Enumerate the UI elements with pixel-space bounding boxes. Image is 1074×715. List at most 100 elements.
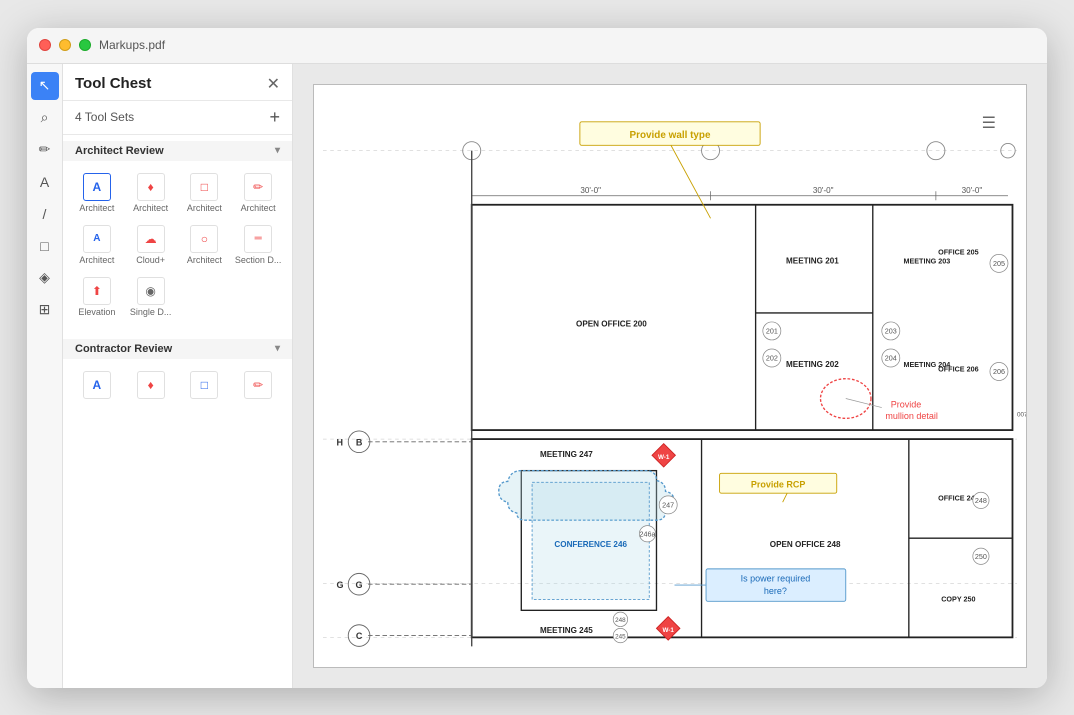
svg-text:202: 202 xyxy=(766,353,778,362)
contractor-tool-1[interactable]: A xyxy=(71,365,123,405)
pencil-tool[interactable]: ✏ xyxy=(31,136,59,164)
svg-text:G: G xyxy=(337,579,344,589)
svg-text:MEETING 245: MEETING 245 xyxy=(540,625,593,634)
panel-title: Tool Chest xyxy=(75,75,151,92)
tool-item-1[interactable]: A Architect xyxy=(71,167,123,217)
floor-plan-svg: .room-label { font: bold 9px sans-serif;… xyxy=(314,85,1026,667)
blueprint-area: ☰ .room-label { font: bold 9px sans-seri… xyxy=(293,64,1047,688)
svg-text:COPY 250: COPY 250 xyxy=(941,594,975,603)
contractor-tools-grid: A ♦ □ ✏ xyxy=(63,359,292,411)
panel-header: Tool Chest ✕ xyxy=(63,64,292,101)
svg-text:OFFICE 206: OFFICE 206 xyxy=(938,364,978,373)
svg-text:CONFERENCE 246: CONFERENCE 246 xyxy=(554,540,627,549)
tool-item-7[interactable]: ○ Architect xyxy=(179,219,231,269)
contractor-symbol-2: ♦ xyxy=(137,371,165,399)
tool-item-8[interactable]: ═ Section D... xyxy=(232,219,284,269)
architect-review-section: Architect Review ▾ A Architect ♦ Archite… xyxy=(63,135,292,333)
svg-text:mullion detail: mullion detail xyxy=(885,411,938,421)
svg-text:248: 248 xyxy=(615,617,626,624)
stamp-tool[interactable]: ◈ xyxy=(31,264,59,292)
maximize-button[interactable] xyxy=(79,39,91,51)
svg-text:B: B xyxy=(356,437,363,447)
tool-symbol-8: ═ xyxy=(244,225,272,253)
cursor-tool[interactable]: ↖ xyxy=(31,72,59,100)
contractor-review-label: Contractor Review xyxy=(75,343,172,355)
tool-item-2[interactable]: ♦ Architect xyxy=(125,167,177,217)
svg-text:OFFICE 205: OFFICE 205 xyxy=(938,247,978,256)
tool-label-9: Elevation xyxy=(78,307,115,317)
svg-text:246a: 246a xyxy=(639,529,655,538)
svg-text:W-1: W-1 xyxy=(658,453,670,460)
svg-text:204: 204 xyxy=(885,353,897,362)
svg-text:G: G xyxy=(356,579,363,589)
tool-symbol-2: ♦ xyxy=(137,173,165,201)
minimize-button[interactable] xyxy=(59,39,71,51)
contractor-tool-4[interactable]: ✏ xyxy=(232,365,284,405)
svg-text:Provide: Provide xyxy=(891,399,922,409)
architect-tools-grid: A Architect ♦ Architect □ Architect ✏ xyxy=(63,161,292,327)
svg-text:247: 247 xyxy=(662,500,674,509)
tool-item-4[interactable]: ✏ Architect xyxy=(232,167,284,217)
svg-text:here?: here? xyxy=(764,586,787,596)
add-tool-set-button[interactable]: + xyxy=(269,107,280,128)
svg-text:30'-0": 30'-0" xyxy=(580,186,601,195)
app-window: Markups.pdf ↖ ⌕ ✏ A / □ ◈ ⊞ Tool Chest ✕… xyxy=(27,28,1047,688)
tool-label-2: Architect xyxy=(133,203,168,213)
svg-text:30'-0": 30'-0" xyxy=(813,186,834,195)
contractor-tool-2[interactable]: ♦ xyxy=(125,365,177,405)
svg-text:MEETING 201: MEETING 201 xyxy=(786,256,839,265)
svg-text:245: 245 xyxy=(615,633,626,640)
svg-text:205: 205 xyxy=(993,259,1005,268)
panel-close-button[interactable]: ✕ xyxy=(267,74,280,94)
tool-item-10[interactable]: ◉ Single D... xyxy=(125,271,177,321)
tool-label-8: Section D... xyxy=(235,255,282,265)
svg-text:C: C xyxy=(356,631,363,641)
panel-subheader: 4 Tool Sets + xyxy=(63,101,292,135)
provide-wall-type-text: Provide wall type xyxy=(630,130,711,141)
tool-label-3: Architect xyxy=(187,203,222,213)
contractor-symbol-4: ✏ xyxy=(244,371,272,399)
svg-text:H: H xyxy=(337,437,344,447)
filename-label: Markups.pdf xyxy=(99,38,165,52)
svg-text:248: 248 xyxy=(975,496,987,505)
svg-text:30'-0": 30'-0" xyxy=(962,186,983,195)
section-chevron: ▾ xyxy=(275,145,280,156)
tool-label-1: Architect xyxy=(79,203,114,213)
svg-text:OPEN OFFICE 248: OPEN OFFICE 248 xyxy=(770,540,841,549)
tool-sets-count: 4 Tool Sets xyxy=(75,110,134,124)
main-content: ↖ ⌕ ✏ A / □ ◈ ⊞ Tool Chest ✕ 4 Tool Sets… xyxy=(27,64,1047,688)
line-tool[interactable]: / xyxy=(31,200,59,228)
text-tool[interactable]: A xyxy=(31,168,59,196)
architect-review-label: Architect Review xyxy=(75,145,164,157)
svg-text:W-1: W-1 xyxy=(662,626,674,633)
contractor-tool-3[interactable]: □ xyxy=(179,365,231,405)
blueprint-menu-icon[interactable]: ☰ xyxy=(982,113,996,133)
image-tool[interactable]: ⊞ xyxy=(31,296,59,324)
svg-text:206: 206 xyxy=(993,367,1005,376)
tool-symbol-4: ✏ xyxy=(244,173,272,201)
close-button[interactable] xyxy=(39,39,51,51)
svg-text:250: 250 xyxy=(975,551,987,560)
tool-item-3[interactable]: □ Architect xyxy=(179,167,231,217)
search-tool[interactable]: ⌕ xyxy=(31,104,59,132)
blueprint-canvas: ☰ .room-label { font: bold 9px sans-seri… xyxy=(313,84,1027,668)
tool-symbol-6: ☁ xyxy=(137,225,165,253)
tool-label-4: Architect xyxy=(241,203,276,213)
tool-item-9[interactable]: ⬆ Elevation xyxy=(71,271,123,321)
left-toolbar: ↖ ⌕ ✏ A / □ ◈ ⊞ xyxy=(27,64,63,688)
tool-item-6[interactable]: ☁ Cloud+ xyxy=(125,219,177,269)
architect-review-header[interactable]: Architect Review ▾ xyxy=(63,141,292,161)
tool-item-5[interactable]: A Architect xyxy=(71,219,123,269)
contractor-review-header[interactable]: Contractor Review ▾ xyxy=(63,339,292,359)
svg-text:0076: 0076 xyxy=(1017,411,1026,418)
svg-text:MEETING 203: MEETING 203 xyxy=(903,256,950,265)
tool-symbol-1: A xyxy=(83,173,111,201)
shape-tool[interactable]: □ xyxy=(31,232,59,260)
contractor-symbol-3: □ xyxy=(190,371,218,399)
tool-symbol-3: □ xyxy=(190,173,218,201)
contractor-review-section: Contractor Review ▾ A ♦ □ xyxy=(63,333,292,417)
svg-text:MEETING 247: MEETING 247 xyxy=(540,450,593,459)
tool-label-7: Architect xyxy=(187,255,222,265)
tool-symbol-9: ⬆ xyxy=(83,277,111,305)
tool-sections-container: Architect Review ▾ A Architect ♦ Archite… xyxy=(63,135,292,688)
